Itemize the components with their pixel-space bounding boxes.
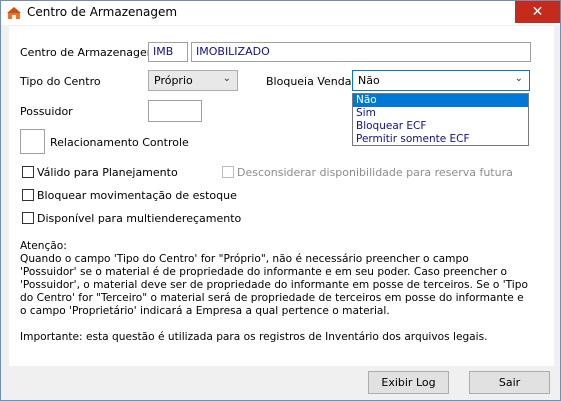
notice-important: Importante: esta questão é utilizada par… [20, 331, 488, 343]
tipo-selected-value: Próprio [154, 74, 193, 87]
close-icon: ✕ [531, 4, 544, 20]
tipo-select[interactable]: Próprio ⌄ [148, 70, 238, 91]
relacionamento-label: Relacionamento Controle [50, 136, 189, 149]
bloquear-movimentacao-checkbox[interactable] [22, 189, 34, 201]
dropdown-option[interactable]: Permitir somente ECF [353, 133, 528, 146]
notice-text: Atenção: Quando o campo 'Tipo do Centro'… [20, 240, 530, 344]
exibir-log-button[interactable]: Exibir Log [368, 371, 449, 394]
valido-planejamento-checkbox[interactable] [22, 166, 34, 178]
notice-line: Quando o campo 'Tipo do Centro' for "Pró… [20, 253, 469, 265]
notice-line: o campo 'Proprietário' indicará a Empres… [20, 305, 390, 317]
chevron-down-icon: ⌄ [222, 73, 231, 84]
bloqueia-selected-value: Não [358, 74, 380, 87]
notice-line: 'Possuidor' se o material é de proprieda… [20, 266, 508, 278]
title-bar: Centro de Armazenagem ✕ [1, 1, 560, 25]
chevron-down-icon: ⌄ [514, 73, 523, 84]
valido-planejamento-label: Válido para Planejamento [37, 166, 178, 179]
window-title: Centro de Armazenagem [27, 5, 178, 19]
warehouse-app-icon [7, 7, 21, 19]
bloqueia-dropdown-list: Não Sim Bloquear ECF Permitir somente EC… [352, 93, 529, 146]
dialog-window: Centro de Armazenagem ✕ Centro de Armaze… [0, 0, 561, 401]
close-button[interactable]: ✕ [515, 1, 560, 23]
desconsiderar-label: Desconsiderar disponibilidade para reser… [237, 166, 513, 179]
disponivel-multienderecamento-checkbox[interactable] [22, 212, 34, 224]
bloquear-movimentacao-label: Bloquear movimentação de estoque [37, 189, 237, 202]
sair-button[interactable]: Sair [469, 371, 550, 394]
bloqueia-label: Bloqueia Venda [266, 75, 352, 88]
dropdown-option[interactable]: Bloquear ECF [353, 120, 528, 133]
centro-code-field[interactable]: IMB [148, 42, 188, 62]
disponivel-multienderecamento-label: Disponível para multiendereçamento [37, 212, 242, 225]
centro-label: Centro de Armazenagem [20, 46, 158, 59]
centro-description-field[interactable]: IMOBILIZADO [191, 42, 531, 62]
relacionamento-color-box[interactable] [20, 129, 45, 154]
dropdown-option[interactable]: Não [353, 94, 528, 107]
tipo-label: Tipo do Centro [20, 75, 101, 88]
notice-heading: Atenção: [20, 240, 67, 252]
possuidor-field[interactable] [148, 100, 202, 122]
notice-line: do Centro' for "Terceiro" o material ser… [20, 292, 524, 304]
notice-line: 'Possuidor', o material deve ser de prop… [20, 279, 528, 291]
bloqueia-select[interactable]: Não ⌄ [352, 70, 530, 91]
possuidor-label: Possuidor [20, 105, 73, 118]
desconsiderar-checkbox[interactable] [222, 166, 234, 178]
dropdown-option[interactable]: Sim [353, 107, 528, 120]
